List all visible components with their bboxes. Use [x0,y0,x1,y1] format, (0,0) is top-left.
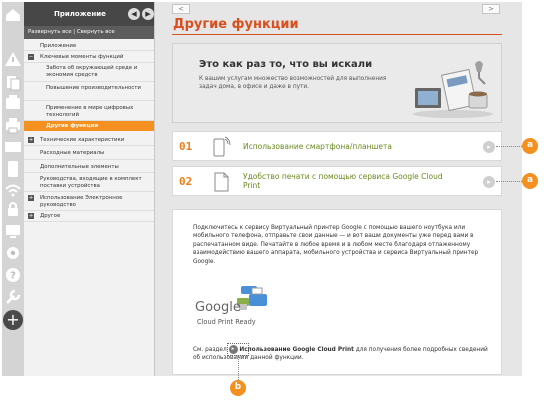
feature-card-smartphone[interactable]: 01 Использование смартфона/планшета ▸ [172,131,502,161]
svg-text:?: ? [10,271,16,282]
nav-controls: Развернуть все | Свернуть все [24,26,154,39]
card-go-icon[interactable]: ▸ [483,176,495,188]
nav-back-icon[interactable]: ◀ [128,8,140,20]
wifi-icon[interactable] [2,178,24,200]
card-title[interactable]: Использование смартфона/планшета [243,142,392,151]
screen-icon[interactable] [2,220,24,242]
expand-toggle-icon[interactable]: + [28,213,34,219]
cloud-print-info: Подключитесь к сервису Виртуальный принт… [172,209,502,375]
nav-item-productivity[interactable]: Повышение производительности [24,82,154,101]
google-logo-text: Google [195,300,241,315]
lock-icon[interactable] [2,198,24,220]
cloud-print-link[interactable]: Использование Google Cloud Print [239,347,353,353]
plus-icon[interactable]: + [3,310,23,330]
desk-illustration [413,61,493,118]
feature-card-cloud-print[interactable]: 02 Удобство печати с помощью сервиса Goo… [172,166,502,196]
smartphone-icon [213,136,231,157]
nav-item-eco[interactable]: Забота об окружающей среде и экономия ср… [24,63,154,82]
ref-prefix: См. раздел [193,347,227,353]
expand-toggle-icon[interactable]: + [28,137,34,143]
warning-icon[interactable] [2,48,24,70]
callout-badge-b: b [230,380,246,396]
next-page-button[interactable]: > [482,4,500,14]
category-icon-strip: ? + [2,2,24,376]
banner-title: Это как раз то, что вы искали [199,59,373,70]
wrench-icon[interactable] [2,286,24,308]
cloud-print-ready-text: Cloud Print Ready [197,318,256,326]
expand-all-link[interactable]: Развернуть все [28,29,72,35]
nav-item-included-manuals[interactable]: Руководства, входящие в комплект поставк… [24,173,154,192]
navigation-panel: Приложение ◀ ▶ Развернуть все | Свернуть… [24,2,155,376]
callout-leader-a2 [496,181,522,182]
collapse-all-link[interactable]: Свернуть все [77,29,115,35]
callout-leader-a1 [496,146,522,147]
banner-subtitle: К вашим услугам множество возможностей д… [199,76,387,90]
nav-item-using-e-manual[interactable]: + Использование Электронное руководство [24,192,154,211]
nav-item-key-features[interactable]: − Ключевые моменты функций [24,52,154,63]
print-icon[interactable] [2,114,24,136]
card-number: 02 [179,175,193,188]
nav-item-other[interactable]: + Другое [24,211,154,222]
prev-page-button[interactable]: < [172,4,190,14]
page-title: Другие функции [173,17,299,32]
document-icon [214,172,229,192]
callout-badge-a: a [522,173,538,189]
nav-item-digital[interactable]: Применение в мире цифровых технологий [24,101,154,121]
device-icon[interactable] [2,158,24,180]
nav-controls-separator: | [73,29,76,35]
nav-item-options[interactable]: Дополнительные элементы [24,160,154,173]
intro-banner: Это как раз то, что вы искали К вашим ус… [172,43,502,123]
card-number: 01 [179,140,193,153]
callout-focus-box [227,343,249,356]
scan-icon[interactable] [2,136,24,158]
google-cloud-print-logo: Google Cloud Print Ready [191,282,291,334]
help-icon[interactable]: ? [2,264,24,286]
card-go-icon[interactable]: ▸ [483,141,495,153]
nav-title: Приложение [54,10,106,18]
copy-icon[interactable] [2,72,24,94]
nav-header: Приложение ◀ ▶ [24,2,154,26]
callout-leader-b [238,356,239,380]
nav-item-specs[interactable]: + Технические характеристики [24,134,154,146]
nav-item-other-functions[interactable]: Другие функции [24,121,154,131]
title-underline [172,34,502,35]
card-title[interactable]: Удобство печати с помощью сервиса Google… [243,172,453,190]
info-paragraph: Подключитесь к сервису Виртуальный принт… [193,225,479,265]
nav-forward-icon[interactable]: ▶ [142,8,154,20]
collapse-toggle-icon[interactable]: − [28,54,34,60]
gear-icon[interactable] [2,242,24,264]
nav-item-consumables[interactable]: Расходные материалы [24,146,154,160]
callout-badge-a: a [522,138,538,154]
expand-toggle-icon[interactable]: + [28,195,34,201]
fax-icon[interactable] [2,92,24,114]
nav-item-appendix[interactable]: Приложение [24,41,154,51]
home-icon[interactable] [2,4,24,26]
